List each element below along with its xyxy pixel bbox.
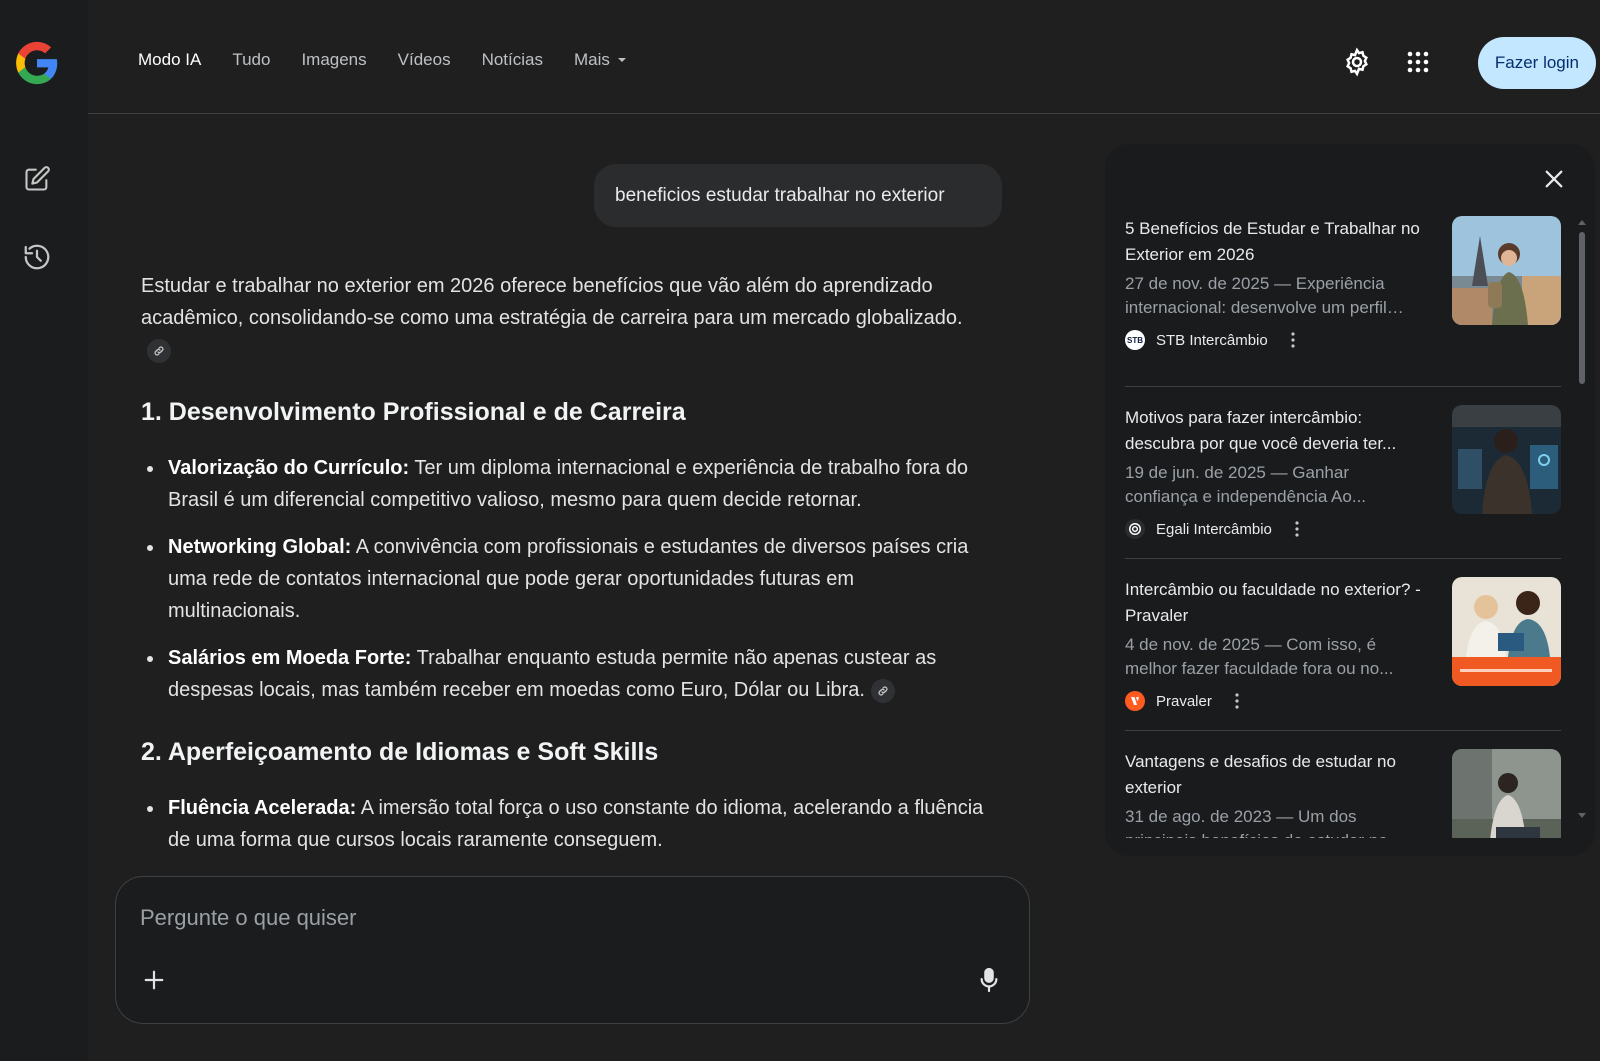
apps-grid-icon[interactable] bbox=[1401, 45, 1435, 79]
tab-tudo[interactable]: Tudo bbox=[232, 50, 270, 70]
source-name: STB Intercâmbio bbox=[1156, 331, 1268, 349]
tab-modo-ia[interactable]: Modo IA bbox=[138, 50, 201, 70]
source-thumbnail bbox=[1452, 749, 1561, 838]
answer-intro-text: Estudar e trabalhar no exterior em 2026 … bbox=[141, 275, 963, 329]
list-item: Valorização do Currículo: Ter um diploma… bbox=[141, 452, 989, 516]
sources-panel: 5 Benefícios de Estudar e Trabalhar no E… bbox=[1105, 144, 1595, 856]
tab-mais[interactable]: Mais bbox=[574, 50, 626, 70]
item-bold-label: Networking Global: bbox=[168, 536, 352, 558]
user-query-bubble: beneficios estudar trabalhar no exterior bbox=[594, 164, 1002, 227]
tab-label: Tudo bbox=[232, 50, 271, 69]
close-icon[interactable] bbox=[1537, 162, 1571, 196]
tab-noticias[interactable]: Notícias bbox=[482, 50, 543, 70]
source-meta: Pravaler bbox=[1125, 691, 1561, 711]
more-options-icon[interactable] bbox=[1228, 692, 1246, 710]
source-name: Egali Intercâmbio bbox=[1156, 520, 1272, 538]
source-thumbnail bbox=[1452, 577, 1561, 686]
source-snippet: 27 de nov. de 2025 — Experiência interna… bbox=[1125, 274, 1387, 317]
prompt-box bbox=[115, 876, 1030, 1024]
source-meta: Egali Intercâmbio bbox=[1125, 519, 1561, 539]
list-item: Networking Global: A convivência com pro… bbox=[141, 531, 989, 627]
source-title[interactable]: Intercâmbio ou faculdade no exterior? - … bbox=[1125, 577, 1425, 629]
source-card[interactable]: Motivos para fazer intercâmbio: descubra… bbox=[1125, 387, 1561, 559]
tab-label: Mais bbox=[574, 50, 610, 69]
panel-scrollbar[interactable] bbox=[1577, 220, 1587, 824]
tab-imagens[interactable]: Imagens bbox=[301, 50, 366, 70]
egali-favicon-icon bbox=[1125, 519, 1145, 539]
source-card[interactable]: Intercâmbio ou faculdade no exterior? - … bbox=[1125, 559, 1561, 731]
more-options-icon[interactable] bbox=[1284, 331, 1302, 349]
citation-link-icon[interactable] bbox=[147, 338, 171, 363]
source-card[interactable]: Vantagens e desafios de estudar no exter… bbox=[1125, 731, 1561, 838]
tab-label: Vídeos bbox=[397, 50, 451, 69]
section-heading: 1. Desenvolvimento Profissional e de Car… bbox=[141, 398, 686, 426]
plus-icon[interactable] bbox=[136, 962, 172, 998]
source-snippet: 31 de ago. de 2023 — Um dos principais b… bbox=[1125, 807, 1402, 838]
answer-intro: Estudar e trabalhar no exterior em 2026 … bbox=[141, 270, 989, 366]
item-bold-label: Fluência Acelerada: bbox=[168, 797, 357, 819]
tab-label: Imagens bbox=[301, 50, 367, 69]
list-item: Fluência Acelerada: A imersão total forç… bbox=[141, 792, 989, 856]
tab-label: Modo IA bbox=[138, 50, 202, 69]
source-thumbnail bbox=[1452, 405, 1561, 514]
login-button[interactable]: Fazer login bbox=[1477, 37, 1596, 89]
item-bold-label: Valorização do Currículo: bbox=[168, 457, 410, 479]
list-item: Salários em Moeda Forte: Trabalhar enqua… bbox=[141, 642, 989, 706]
caret-down-icon bbox=[617, 58, 626, 62]
microphone-icon[interactable] bbox=[971, 962, 1007, 998]
source-snippet: 4 de nov. de 2025 — Com isso, é melhor f… bbox=[1125, 635, 1394, 678]
source-name: Pravaler bbox=[1156, 692, 1212, 710]
source-thumbnail bbox=[1452, 216, 1561, 325]
edit-square-icon[interactable] bbox=[18, 160, 56, 198]
bullet-list: Fluência Acelerada: A imersão total forç… bbox=[141, 792, 989, 856]
citation-link-icon[interactable] bbox=[870, 678, 895, 703]
source-cards: 5 Benefícios de Estudar e Trabalhar no E… bbox=[1125, 214, 1561, 838]
prompt-input[interactable] bbox=[140, 901, 920, 935]
ai-answer: Estudar e trabalhar no exterior em 2026 … bbox=[141, 270, 989, 875]
source-meta: STB STB Intercâmbio bbox=[1125, 330, 1561, 350]
bullet-list: Valorização do Currículo: Ter um diploma… bbox=[141, 452, 989, 706]
pravaler-favicon-icon bbox=[1125, 691, 1145, 711]
search-tabs: Modo IA Tudo Imagens Vídeos Notícias Mai… bbox=[138, 50, 657, 70]
stb-favicon-icon: STB bbox=[1125, 330, 1145, 350]
tab-videos[interactable]: Vídeos bbox=[398, 50, 451, 70]
more-options-icon[interactable] bbox=[1288, 520, 1306, 538]
side-rail bbox=[0, 0, 88, 1061]
source-title[interactable]: Motivos para fazer intercâmbio: descubra… bbox=[1125, 405, 1425, 457]
source-snippet: 19 de jun. de 2025 — Ganhar confiança e … bbox=[1125, 463, 1367, 506]
item-bold-label: Salários em Moeda Forte: bbox=[168, 647, 412, 669]
source-card[interactable]: 5 Benefícios de Estudar e Trabalhar no E… bbox=[1125, 214, 1561, 387]
source-title[interactable]: 5 Benefícios de Estudar e Trabalhar no E… bbox=[1125, 216, 1425, 268]
source-title[interactable]: Vantagens e desafios de estudar no exter… bbox=[1125, 749, 1425, 801]
gear-icon[interactable] bbox=[1340, 45, 1374, 79]
top-bar: Modo IA Tudo Imagens Vídeos Notícias Mai… bbox=[88, 0, 1600, 114]
tab-label: Notícias bbox=[481, 50, 543, 69]
history-icon[interactable] bbox=[18, 238, 56, 276]
section-heading: 2. Aperfeiçoamento de Idiomas e Soft Ski… bbox=[141, 738, 659, 766]
google-logo[interactable] bbox=[14, 40, 60, 86]
scrollbar-thumb[interactable] bbox=[1579, 232, 1585, 384]
